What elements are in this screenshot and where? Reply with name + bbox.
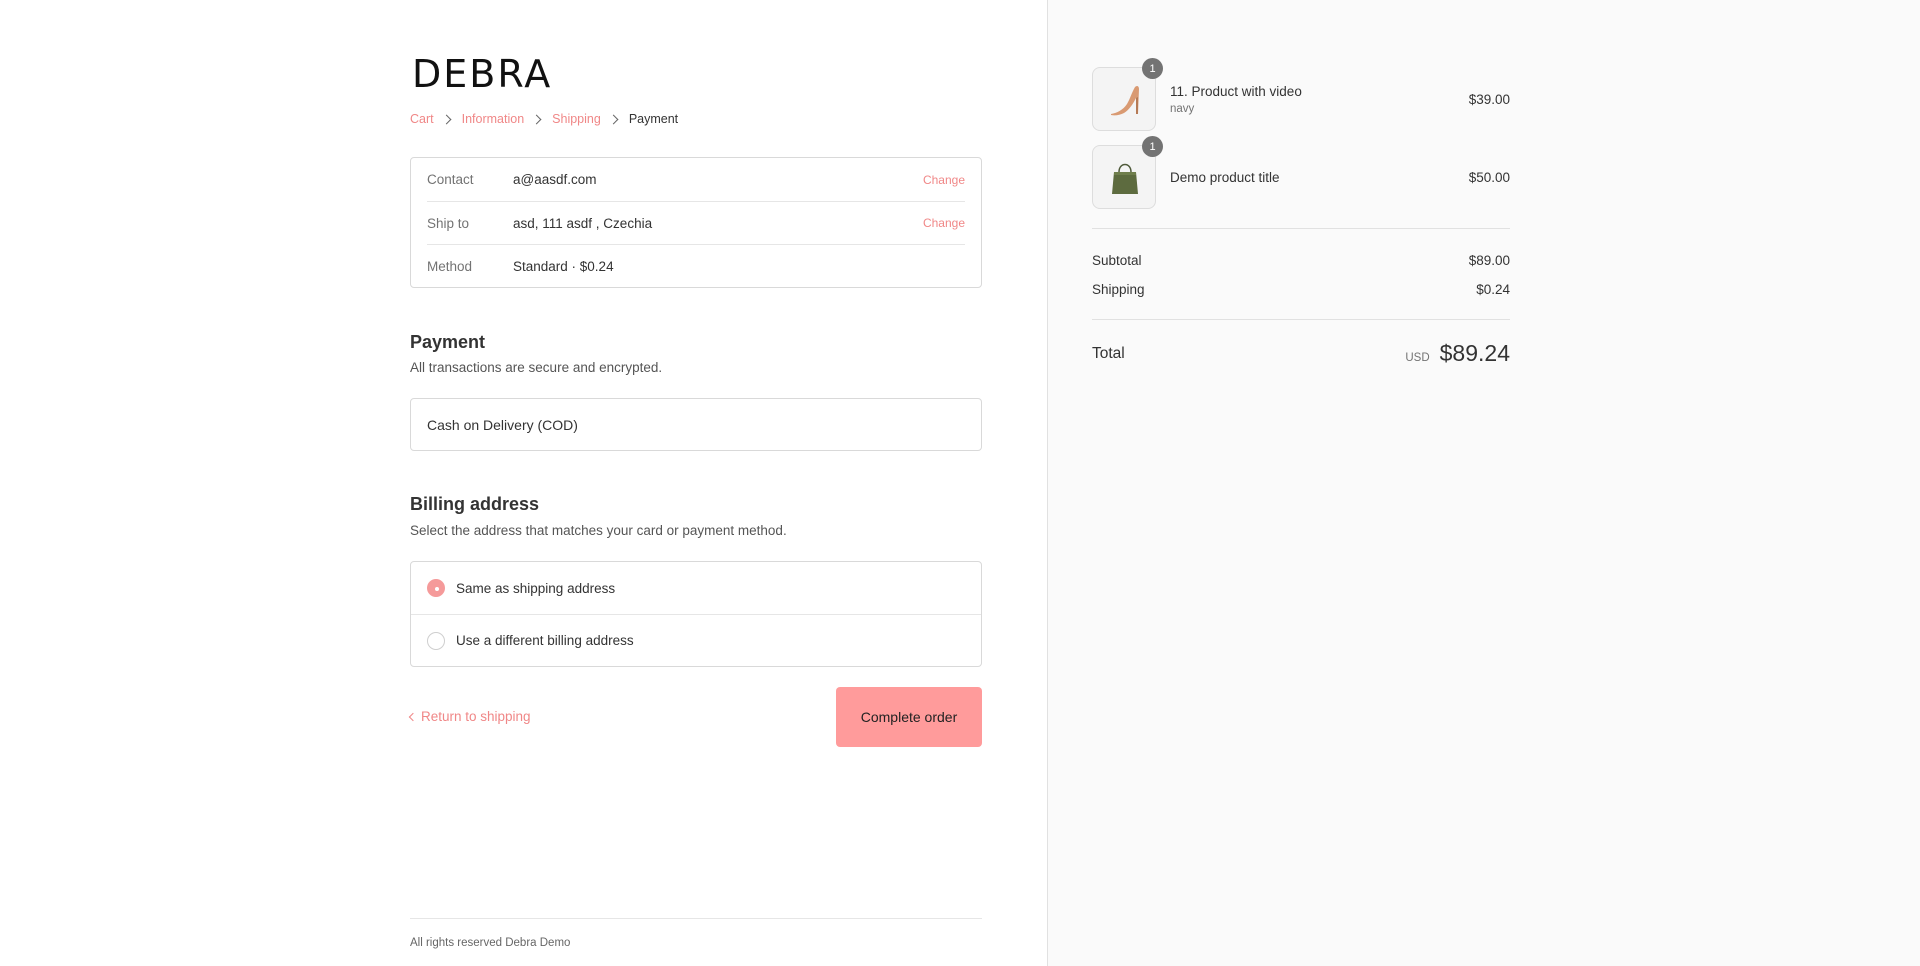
chevron-right-icon — [441, 114, 452, 124]
quantity-badge: 1 — [1142, 58, 1163, 79]
billing-option-label: Same as shipping address — [456, 580, 616, 596]
return-to-shipping-label: Return to shipping — [421, 709, 531, 724]
total-label: Total — [1092, 344, 1125, 362]
payment-subtitle: All transactions are secure and encrypte… — [410, 360, 663, 375]
subtotal-label: Subtotal — [1092, 253, 1142, 268]
ship-to-label: Ship to — [427, 215, 470, 231]
billing-option-label: Use a different billing address — [456, 633, 634, 648]
chevron-right-icon — [531, 114, 542, 124]
shipping-row: Shipping $0.24 — [1092, 282, 1510, 297]
product-info: 11. Product with video navy — [1156, 84, 1469, 115]
review-block: Contact a@aasdf.com Change Ship to asd, … — [410, 157, 982, 288]
product-price: $39.00 — [1468, 91, 1510, 107]
billing-different-address-option[interactable]: Use a different billing address — [411, 614, 981, 666]
store-logo[interactable]: DEBRA — [412, 52, 552, 96]
footer-copyright: All rights reserved Debra Demo — [410, 937, 571, 949]
subtotal-value: $89.00 — [1468, 253, 1510, 268]
billing-subtitle: Select the address that matches your car… — [410, 523, 787, 538]
complete-order-button[interactable]: Complete order — [836, 687, 982, 747]
billing-heading: Billing address — [410, 494, 540, 514]
product-thumbnail: 1 — [1092, 136, 1163, 209]
high-heel-shoe-image — [1111, 85, 1139, 116]
product-name: 11. Product with video — [1170, 83, 1302, 99]
method-label: Method — [427, 258, 473, 274]
product-name: Demo product title — [1170, 169, 1280, 185]
product-thumbnail: 1 — [1092, 58, 1163, 131]
breadcrumb-shipping[interactable]: Shipping — [552, 112, 601, 126]
subtotal-row: Subtotal $89.00 — [1092, 253, 1510, 268]
product-price: $50.00 — [1468, 169, 1510, 185]
payment-method-label: Cash on Delivery (COD) — [427, 416, 578, 433]
footer-divider — [410, 918, 982, 919]
payment-method-cod[interactable]: Cash on Delivery (COD) — [410, 398, 982, 451]
review-ship-to-row: Ship to asd, 111 asdf , Czechia Change — [427, 201, 965, 244]
return-to-shipping-link[interactable]: Return to shipping — [408, 709, 531, 724]
radio-selected[interactable] — [427, 579, 445, 597]
billing-same-as-shipping-option[interactable]: Same as shipping address — [411, 562, 981, 614]
ship-to-value: asd, 111 asdf , Czechia — [513, 215, 653, 231]
total-amount-group: USD $89.24 — [1405, 340, 1510, 367]
breadcrumb-payment: Payment — [628, 112, 679, 126]
total-amount: $89.24 — [1439, 340, 1510, 366]
order-item: 1 Demo product title $50.00 — [1092, 136, 1510, 209]
checkout-main: DEBRA Cart Information Shipping Payment … — [0, 0, 1047, 966]
review-contact-row: Contact a@aasdf.com Change — [427, 158, 965, 201]
summary-divider — [1092, 228, 1510, 229]
review-method-row: Method Standard · $0.24 — [427, 244, 965, 287]
method-value: Standard · $0.24 — [513, 258, 614, 274]
quantity-badge: 1 — [1142, 136, 1163, 157]
billing-options: Same as shipping address Use a different… — [410, 561, 982, 667]
chevron-left-icon — [408, 712, 418, 721]
change-contact-link[interactable]: Change — [923, 173, 965, 187]
contact-value: a@aasdf.com — [513, 172, 597, 187]
breadcrumb-information[interactable]: Information — [462, 112, 525, 126]
radio-unselected[interactable] — [427, 631, 445, 650]
chevron-right-icon — [608, 114, 619, 124]
currency-code: USD — [1405, 352, 1430, 364]
product-variant: navy — [1170, 102, 1195, 115]
shipping-label: Shipping — [1092, 282, 1145, 297]
shipping-value: $0.24 — [1476, 282, 1510, 297]
contact-label: Contact — [427, 172, 474, 187]
payment-heading: Payment — [410, 332, 486, 352]
breadcrumb-cart[interactable]: Cart — [410, 112, 434, 126]
order-item: 1 11. Product with video navy $39.00 — [1092, 58, 1510, 131]
summary-divider — [1092, 319, 1510, 320]
total-row: Total USD $89.24 — [1092, 340, 1510, 367]
breadcrumb: Cart Information Shipping Payment — [410, 112, 678, 126]
product-info: Demo product title — [1156, 170, 1469, 185]
tote-bag-image — [1112, 163, 1138, 194]
change-ship-to-link[interactable]: Change — [923, 216, 965, 230]
